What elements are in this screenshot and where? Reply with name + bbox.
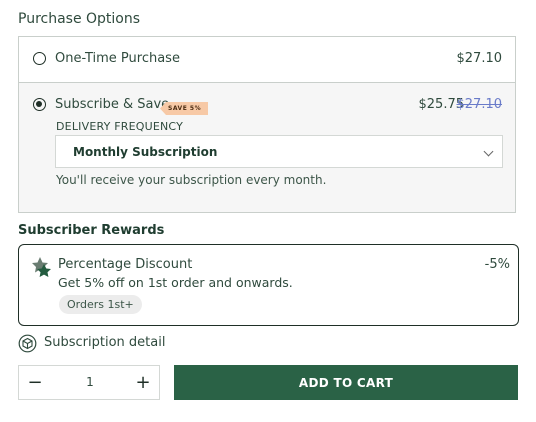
radio-checked-icon[interactable] [33,98,46,111]
plus-icon[interactable]: + [128,366,158,399]
quantity-value[interactable]: 1 [79,375,101,389]
subscribe-label: Subscribe & Save [55,97,170,112]
delivery-frequency-label: DELIVERY FREQUENCY [56,120,184,133]
box-cycle-icon [18,334,37,353]
reward-description: Get 5% off on 1st order and onwards. [58,275,293,290]
delivery-frequency-select[interactable]: Monthly Subscription [55,135,503,168]
subscription-detail-text: Subscription detail [44,335,166,350]
subscription-helper-text: You'll receive your subscription every m… [56,173,327,187]
reward-name: Percentage Discount [58,257,193,272]
select-value: Monthly Subscription [73,145,218,159]
section-title: Purchase Options [18,11,141,27]
one-time-label: One-Time Purchase [55,51,180,66]
save-badge: SAVE 5% [160,102,209,115]
minus-icon[interactable]: − [20,366,50,399]
rewards-title: Subscriber Rewards [18,223,165,238]
add-to-cart-button[interactable]: ADD TO CART [174,365,518,400]
chevron-down-icon [483,146,494,157]
quantity-stepper[interactable]: − 1 + [18,365,160,400]
radio-unchecked-icon[interactable] [33,52,46,65]
subscribe-old-price: $27.10 [456,97,503,112]
star-badge-icon [32,257,51,277]
reward-value: -5% [484,257,510,272]
orders-chip: Orders 1st+ [59,295,142,314]
one-time-purchase-option[interactable]: One-Time Purchase $27.10 [18,36,516,83]
one-time-price: $27.10 [456,51,503,66]
reward-card: Percentage Discount Get 5% off on 1st or… [18,244,519,326]
subscription-detail-link[interactable]: Subscription detail [18,333,178,353]
